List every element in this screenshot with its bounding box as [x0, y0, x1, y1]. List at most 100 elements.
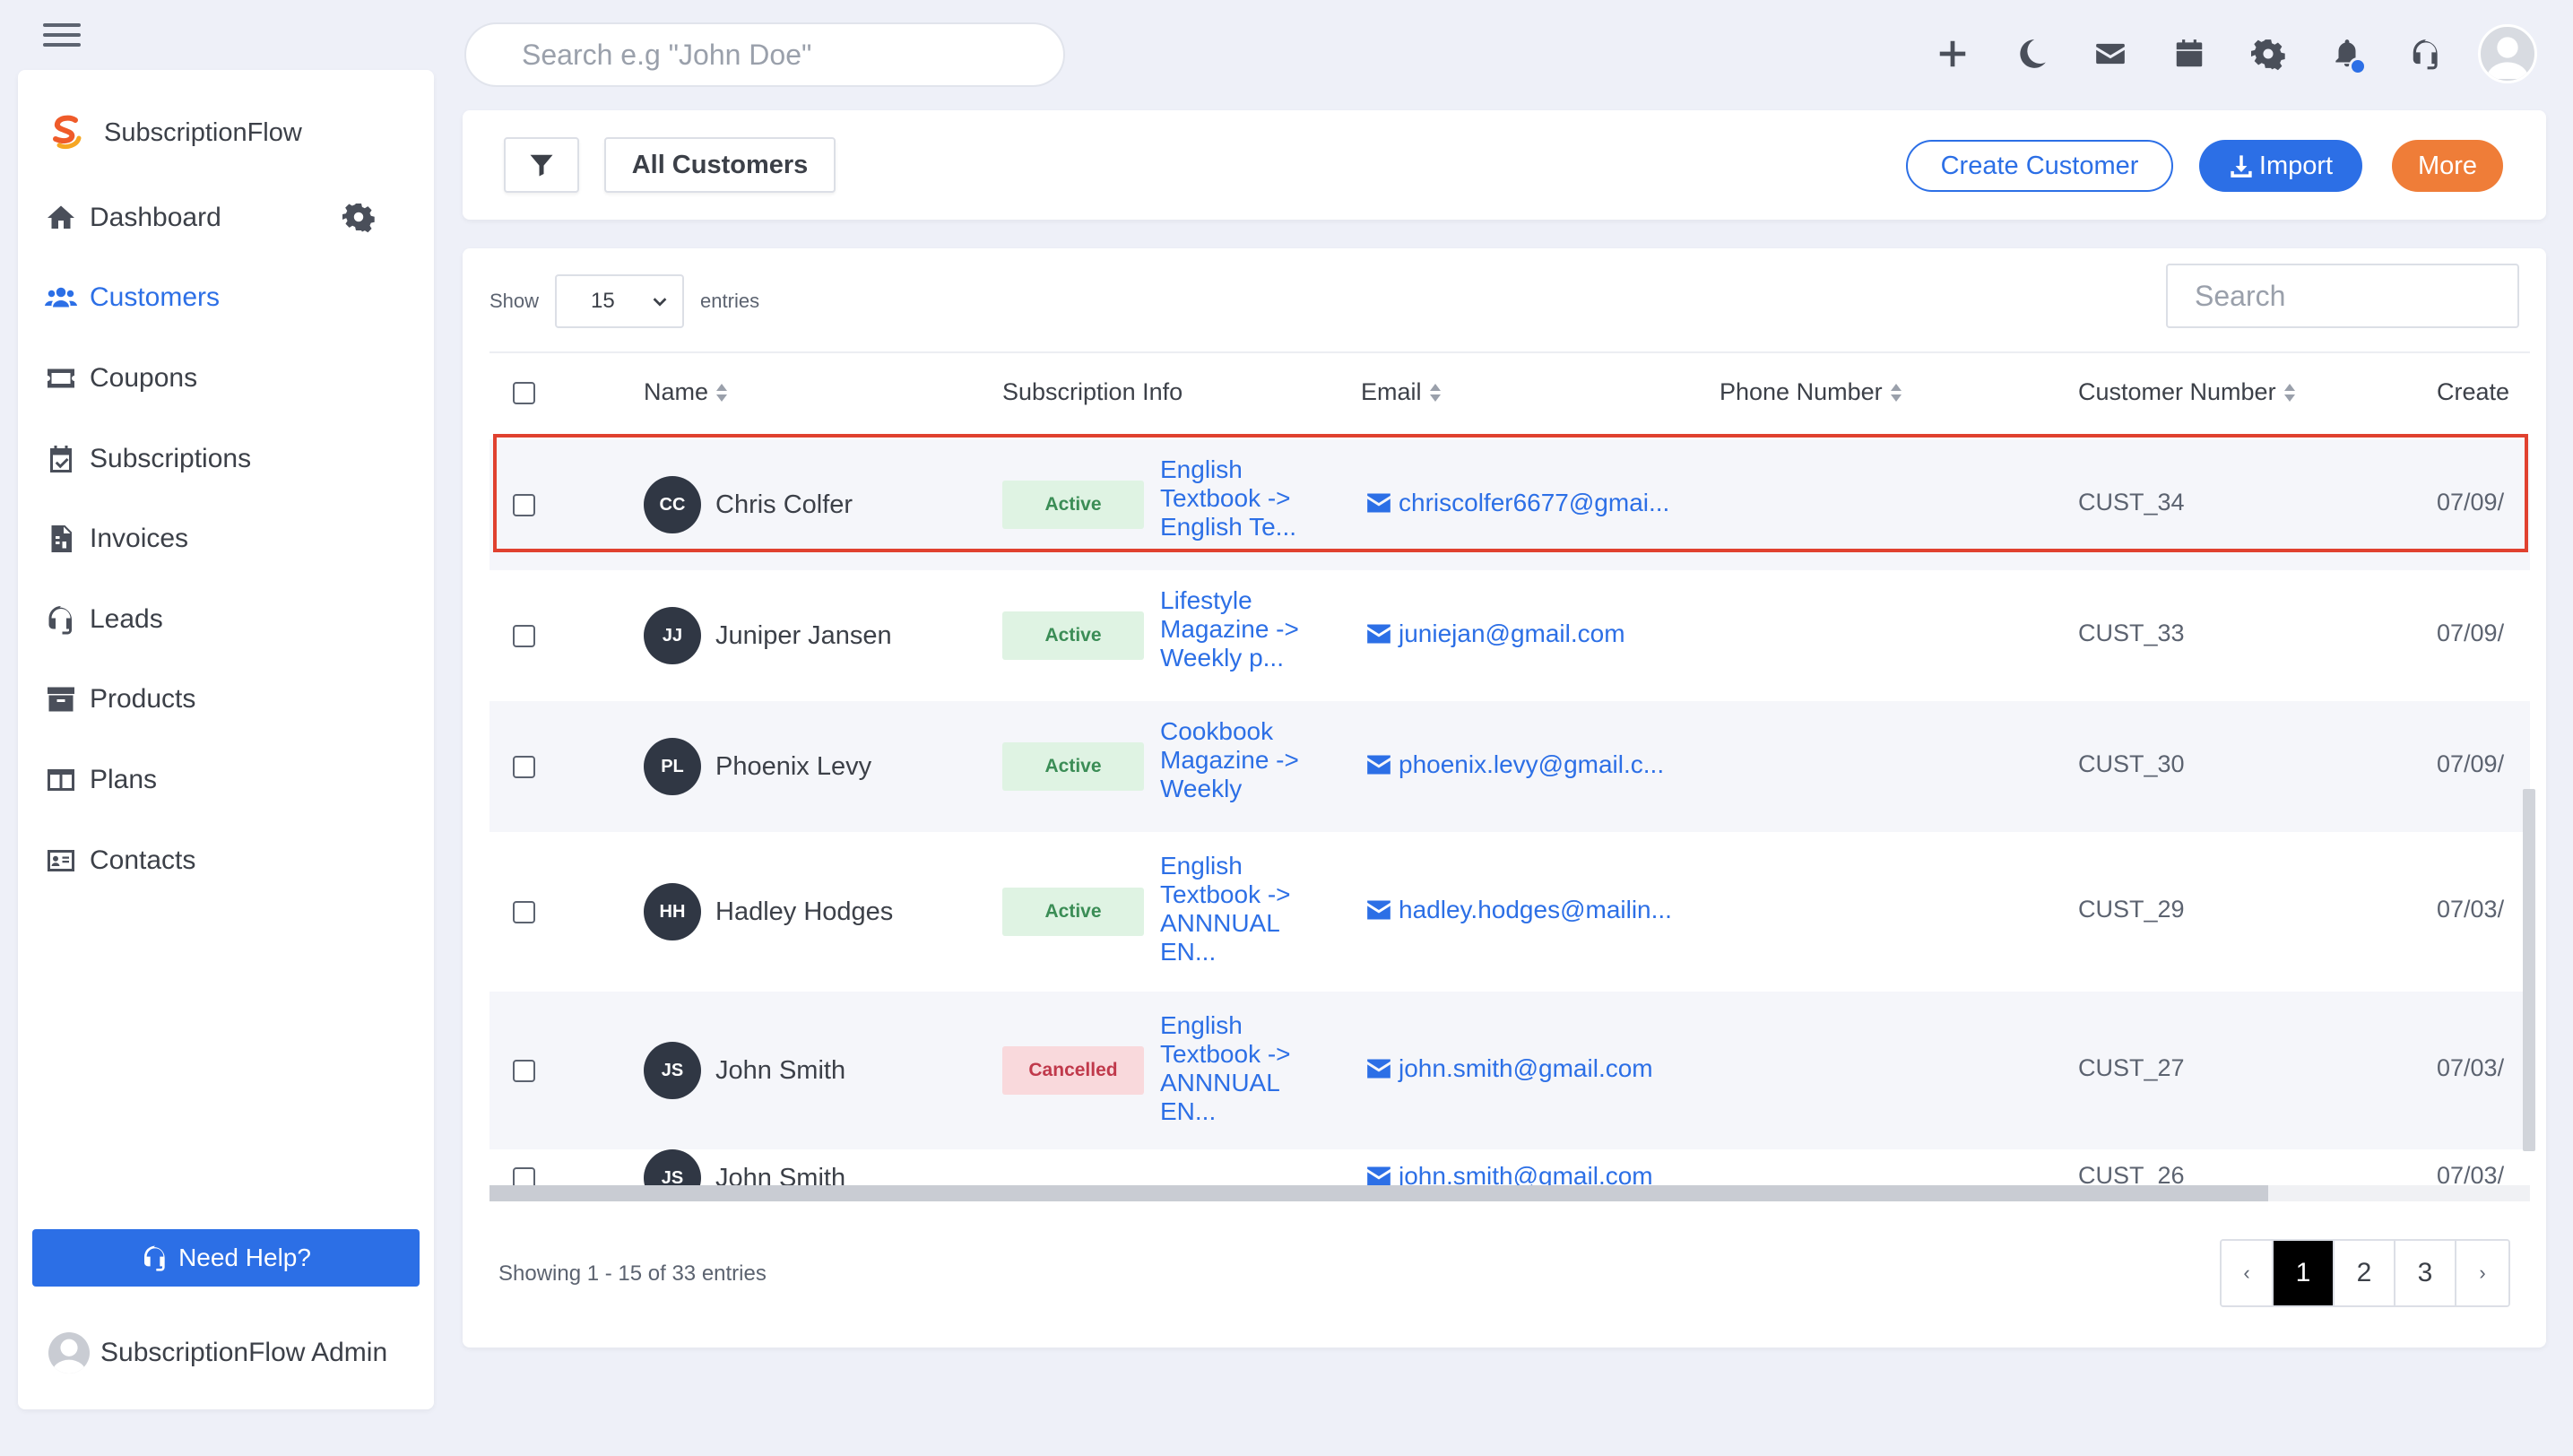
row-checkbox[interactable]: [513, 901, 535, 923]
sidebar-item-label: Plans: [90, 764, 158, 794]
sidebar-item-invoices[interactable]: Invoices: [18, 498, 434, 579]
more-button[interactable]: More: [2392, 140, 2503, 192]
row-checkbox[interactable]: [513, 756, 535, 778]
page-length-value: 15: [591, 289, 615, 313]
column-header-email[interactable]: Email: [1361, 378, 1442, 406]
sidebar-nav: Dashboard Customers Coupons Subscription…: [18, 178, 434, 900]
customer-name[interactable]: Phoenix Levy: [715, 752, 871, 782]
envelope-icon: [1367, 755, 1390, 775]
column-header-name[interactable]: Name: [644, 378, 728, 406]
status-badge: Cancelled: [1002, 1046, 1144, 1095]
sidebar-item-label: Customers: [90, 282, 221, 313]
customer-number: CUST_29: [2078, 896, 2185, 923]
admin-name: SubscriptionFlow Admin: [100, 1338, 388, 1367]
sidebar-item-plans[interactable]: Plans: [18, 740, 434, 820]
dashboard-settings-gear-icon[interactable]: [342, 201, 375, 233]
subscription-info-link[interactable]: Lifestyle Magazine -> Weekly p...: [1160, 586, 1321, 672]
customer-number: CUST_27: [2078, 1054, 2185, 1081]
headset-icon[interactable]: [2387, 20, 2465, 88]
sidebar-item-subscriptions[interactable]: Subscriptions: [18, 419, 434, 499]
created-date: 07/03/: [2437, 1054, 2505, 1081]
table-search-input[interactable]: [2166, 264, 2519, 328]
row-checkbox[interactable]: [513, 1060, 535, 1082]
global-search-input[interactable]: [464, 22, 1065, 87]
select-all-checkbox[interactable]: [513, 382, 535, 404]
need-help-button[interactable]: Need Help?: [32, 1229, 420, 1287]
customer-name-cell[interactable]: PL Phoenix Levy: [644, 738, 871, 795]
sidebar-item-products[interactable]: Products: [18, 660, 434, 741]
customer-name-cell[interactable]: JS John Smith: [644, 1042, 845, 1099]
table-row[interactable]: HH Hadley Hodges Active English Textbook…: [489, 832, 2530, 992]
customer-name-cell[interactable]: CC Chris Colfer: [644, 476, 853, 533]
email-link[interactable]: hadley.hodges@mailin...: [1366, 896, 1672, 924]
customer-name[interactable]: Hadley Hodges: [715, 897, 893, 927]
vertical-scrollbar-thumb[interactable]: [2523, 789, 2535, 1151]
subscription-info-link[interactable]: English Textbook -> ANNNUAL EN...: [1160, 852, 1321, 966]
column-header-phone-number[interactable]: Phone Number: [1720, 378, 1902, 406]
subscription-info-link[interactable]: English Textbook -> ANNNUAL EN...: [1160, 1011, 1321, 1126]
import-button[interactable]: Import: [2199, 140, 2362, 192]
email-link[interactable]: chriscolfer6677@gmai...: [1366, 489, 1669, 517]
avatar: [48, 1332, 90, 1374]
customer-name[interactable]: John Smith: [715, 1056, 845, 1086]
horizontal-scrollbar-thumb[interactable]: [489, 1185, 2268, 1201]
bell-icon[interactable]: [2308, 20, 2387, 88]
pagination-page-2[interactable]: 2: [2335, 1241, 2395, 1305]
sidebar-item-leads[interactable]: Leads: [18, 579, 434, 660]
customer-name[interactable]: Juniper Jansen: [715, 621, 892, 651]
customer-name[interactable]: Chris Colfer: [715, 490, 853, 520]
user-avatar[interactable]: [2478, 24, 2537, 83]
email-link[interactable]: juniejan@gmail.com: [1366, 620, 1625, 648]
column-header-subscription-info: Subscription Info: [1002, 378, 1183, 406]
customer-name-cell[interactable]: HH Hadley Hodges: [644, 883, 893, 940]
hamburger-menu-icon[interactable]: [43, 23, 81, 50]
sidebar-item-coupons[interactable]: Coupons: [18, 338, 434, 419]
customer-name-cell[interactable]: JJ Juniper Jansen: [644, 607, 892, 664]
horizontal-scrollbar[interactable]: [489, 1185, 2530, 1201]
page-length-select[interactable]: 15: [555, 274, 685, 328]
column-header-created[interactable]: Create: [2437, 378, 2509, 406]
email-text: john.smith@gmail.com: [1399, 1054, 1653, 1082]
sidebar-item-customers[interactable]: Customers: [18, 258, 434, 339]
moon-icon[interactable]: [1992, 20, 2071, 88]
notification-dot: [2349, 57, 2367, 75]
table-row[interactable]: JS John Smith Cancelled English Textbook…: [489, 992, 2530, 1149]
email-text: phoenix.levy@gmail.c...: [1399, 750, 1665, 778]
email-link[interactable]: phoenix.levy@gmail.c...: [1366, 750, 1664, 779]
table-row[interactable]: PL Phoenix Levy Active Cookbook Magazine…: [489, 701, 2530, 832]
brand[interactable]: SubscriptionFlow: [45, 106, 302, 160]
email-link[interactable]: john.smith@gmail.com: [1366, 1054, 1653, 1083]
table-row[interactable]: JJ Juniper Jansen Active Lifestyle Magaz…: [489, 570, 2530, 701]
admin-profile[interactable]: SubscriptionFlow Admin: [48, 1332, 387, 1374]
column-header-label: Email: [1361, 378, 1422, 405]
sidebar-item-label: Subscriptions: [90, 443, 252, 473]
calendar-icon[interactable]: [2150, 20, 2229, 88]
plus-icon[interactable]: [1913, 20, 1992, 88]
envelope-icon: [1367, 1166, 1390, 1186]
table-row[interactable]: CC Chris Colfer Active English Textbook …: [489, 439, 2530, 570]
pagination-next-button[interactable]: ›: [2456, 1241, 2508, 1305]
pagination-prev-button[interactable]: ‹: [2222, 1241, 2274, 1305]
sort-icon: [1429, 383, 1441, 402]
mail-icon[interactable]: [2071, 20, 2150, 88]
subscription-info-link[interactable]: English Textbook -> English Te...: [1160, 455, 1321, 542]
view-selector-button[interactable]: All Customers: [604, 137, 836, 193]
avatar: CC: [644, 476, 701, 533]
created-date: 07/03/: [2437, 896, 2505, 923]
subscription-info-line: English: [1160, 1011, 1243, 1039]
users-icon: [45, 288, 77, 308]
select-all-cell: [513, 382, 535, 404]
filter-button[interactable]: [504, 137, 579, 193]
sidebar-item-label: Contacts: [90, 845, 196, 875]
subscription-info-link[interactable]: Cookbook Magazine -> Weekly: [1160, 717, 1321, 803]
sidebar-item-contacts[interactable]: Contacts: [18, 820, 434, 901]
column-header-label: Name: [644, 378, 709, 405]
row-checkbox[interactable]: [513, 494, 535, 516]
pagination-page-3[interactable]: 3: [2395, 1241, 2456, 1305]
sidebar-item-dashboard[interactable]: Dashboard: [18, 178, 434, 258]
gear-icon[interactable]: [2229, 20, 2308, 88]
create-customer-button[interactable]: Create Customer: [1906, 140, 2173, 192]
column-header-customer-number[interactable]: Customer Number: [2078, 378, 2296, 406]
row-checkbox[interactable]: [513, 625, 535, 647]
pagination-page-1[interactable]: 1: [2274, 1241, 2335, 1305]
